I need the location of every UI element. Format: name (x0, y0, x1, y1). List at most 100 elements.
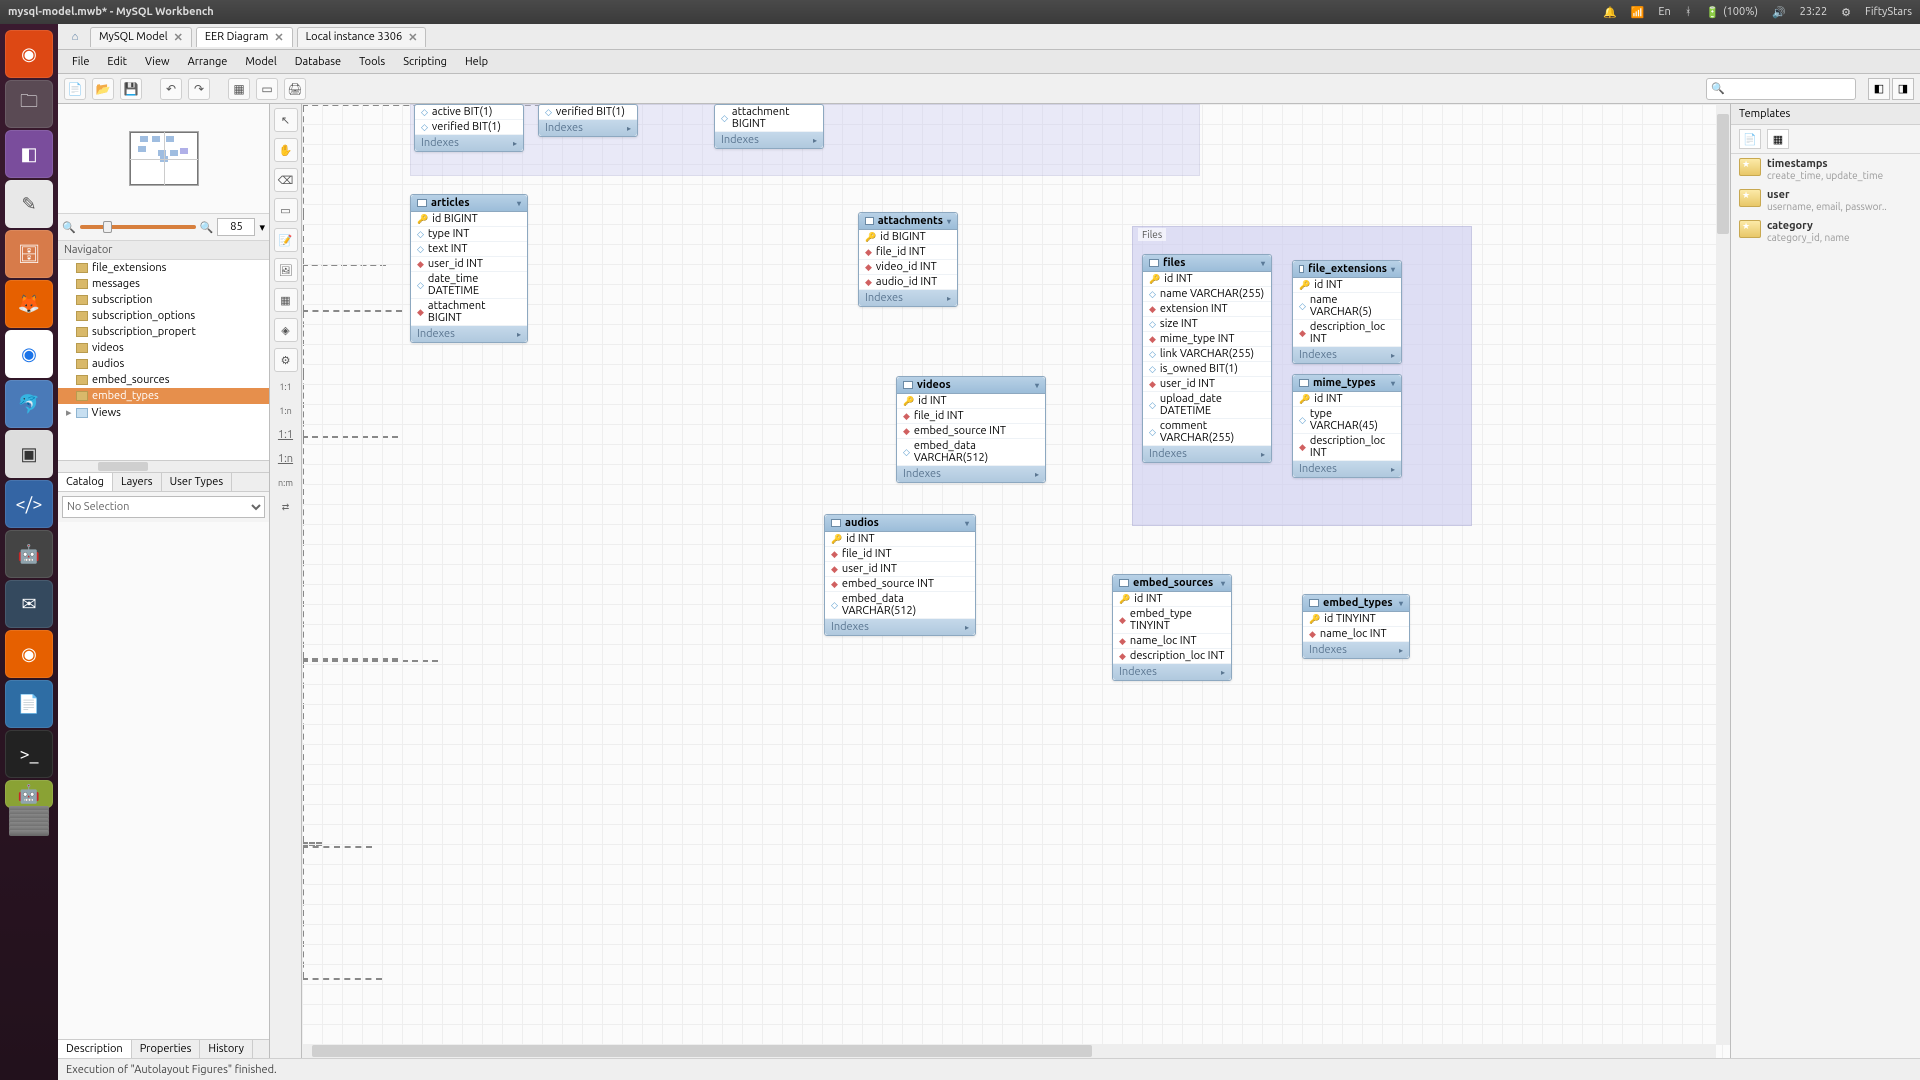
launcher-app-icon[interactable]: ◧ (5, 130, 53, 178)
template-item[interactable]: userusername, email, passwor.. (1731, 185, 1920, 216)
launcher-chrome-icon[interactable]: ◉ (5, 330, 53, 378)
canvas-vscrollbar[interactable] (1716, 104, 1730, 1044)
align-icon[interactable]: ▭ (256, 78, 278, 100)
routine-tool-icon[interactable]: ⚙ (274, 348, 298, 372)
menu-help[interactable]: Help (457, 53, 496, 71)
undo-icon[interactable]: ↶ (160, 78, 182, 100)
tab-user-types[interactable]: User Types (162, 473, 233, 491)
zoom-slider[interactable] (80, 225, 196, 229)
menu-view[interactable]: View (137, 53, 178, 71)
save-icon[interactable]: 💾 (120, 78, 142, 100)
close-icon[interactable]: ✕ (408, 31, 417, 44)
view-tool-icon[interactable]: ◈ (274, 318, 298, 342)
entity-partial[interactable]: ◇verified BIT(1) Indexes▸ (538, 104, 638, 137)
template-edit-icon[interactable]: ▦ (1767, 129, 1789, 149)
tree-scrollbar[interactable] (58, 460, 269, 472)
clock[interactable]: 23:22 (1800, 6, 1828, 18)
entity-embed-types[interactable]: embed_types▾ 🔑id TINYINT ◆name_loc INT I… (1302, 594, 1410, 659)
cursor-tool-icon[interactable]: ↖ (274, 108, 298, 132)
zoom-in-icon[interactable]: 🔍 (200, 221, 214, 234)
tab-eer-diagram[interactable]: EER Diagram✕ (196, 27, 293, 47)
image-tool-icon[interactable]: 🖼 (274, 258, 298, 282)
menu-scripting[interactable]: Scripting (395, 53, 455, 71)
minimap[interactable] (58, 104, 269, 214)
zoom-dropdown-icon[interactable]: ▾ (259, 221, 265, 234)
entity-videos[interactable]: videos▾ 🔑id INT ◆file_id INT ◆embed_sour… (896, 376, 1046, 483)
launcher-writer-icon[interactable]: 📄 (5, 680, 53, 728)
dash-icon[interactable]: ◉ (5, 30, 53, 78)
layer-tool-icon[interactable]: ▭ (274, 198, 298, 222)
language-indicator[interactable]: En (1658, 6, 1670, 18)
launcher-mail-icon[interactable]: ✉ (5, 580, 53, 628)
search-box[interactable]: 🔍 (1706, 78, 1856, 100)
user-menu[interactable]: FiftyStars (1865, 6, 1912, 18)
diagram-canvas[interactable]: ◇active BIT(1) ◇verified BIT(1) Indexes▸… (302, 104, 1730, 1058)
eraser-tool-icon[interactable]: ⌫ (274, 168, 298, 192)
battery-indicator[interactable]: 🔋 (100%) (1705, 6, 1758, 19)
note-tool-icon[interactable]: 📝 (274, 228, 298, 252)
hand-tool-icon[interactable]: ✋ (274, 138, 298, 162)
menu-database[interactable]: Database (287, 53, 349, 71)
print-icon[interactable]: 🖨 (284, 78, 306, 100)
launcher-terminal-icon[interactable]: >_ (5, 730, 53, 778)
tab-mysql-model[interactable]: MySQL Model✕ (90, 27, 192, 47)
new-file-icon[interactable]: 📄 (64, 78, 86, 100)
volume-icon[interactable]: 🔊 (1772, 6, 1786, 19)
entity-embed-sources[interactable]: embed_sources▾ 🔑id INT ◆embed_type TINYI… (1112, 574, 1232, 681)
menu-arrange[interactable]: Arrange (180, 53, 236, 71)
launcher-robot-icon[interactable]: 🤖 (5, 530, 53, 578)
notification-icon[interactable]: 🔔 (1603, 6, 1617, 19)
launcher-workbench-icon[interactable]: 🐬 (5, 380, 53, 428)
entity-audios[interactable]: audios▾ 🔑id INT ◆file_id INT ◆user_id IN… (824, 514, 976, 636)
tab-description[interactable]: Description (58, 1040, 132, 1058)
menu-edit[interactable]: Edit (99, 53, 135, 71)
open-file-icon[interactable]: 📂 (92, 78, 114, 100)
menu-file[interactable]: File (64, 53, 97, 71)
entity-attachments[interactable]: attachments▾ 🔑id BIGINT ◆file_id INT ◆vi… (858, 212, 958, 307)
launcher-firefox-icon[interactable]: 🦊 (5, 280, 53, 328)
redo-icon[interactable]: ↷ (188, 78, 210, 100)
network-icon[interactable]: 📶 (1631, 6, 1645, 19)
close-icon[interactable]: ✕ (274, 31, 283, 44)
bluetooth-icon[interactable]: ᚼ (1685, 6, 1692, 18)
settings-gear-icon[interactable]: ⚙ (1841, 6, 1851, 19)
launcher-chromium-icon[interactable]: ◉ (5, 630, 53, 678)
catalog-tree[interactable]: file_extensions messages subscription su… (58, 260, 269, 460)
canvas-hscrollbar[interactable] (302, 1044, 1716, 1058)
table-tool-icon[interactable]: ▦ (274, 288, 298, 312)
relation-n-m-icon[interactable]: n:m (274, 474, 298, 492)
entity-file-extensions[interactable]: file_extensions▾ 🔑id INT ◇name VARCHAR(5… (1292, 260, 1402, 364)
home-icon[interactable]: ⌂ (64, 27, 86, 47)
tab-catalog[interactable]: Catalog (58, 473, 113, 491)
launcher-gedit-icon[interactable]: ✎ (5, 180, 53, 228)
toggle-left-pane-icon[interactable]: ◧ (1868, 78, 1890, 100)
toggle-right-pane-icon[interactable]: ◨ (1892, 78, 1914, 100)
relation-1-n-icon[interactable]: 1:n (274, 402, 298, 420)
tab-local-instance[interactable]: Local instance 3306✕ (297, 27, 427, 47)
zoom-value[interactable] (217, 218, 255, 236)
launcher-drawer-icon[interactable]: 🗄 (5, 230, 53, 278)
menu-tools[interactable]: Tools (351, 53, 393, 71)
close-icon[interactable]: ✕ (174, 31, 183, 44)
selection-dropdown[interactable]: No Selection (62, 496, 265, 518)
template-new-icon[interactable]: 📄 (1739, 129, 1761, 149)
relation-1-n-id-icon[interactable]: 1:n (274, 450, 298, 468)
relation-existing-icon[interactable]: ⇄ (274, 498, 298, 516)
menu-model[interactable]: Model (237, 53, 284, 71)
entity-mime-types[interactable]: mime_types▾ 🔑id INT ◇type VARCHAR(45) ◆d… (1292, 374, 1402, 478)
template-item[interactable]: categorycategory_id, name (1731, 216, 1920, 247)
launcher-code-icon[interactable]: </> (5, 480, 53, 528)
launcher-android-icon[interactable]: 🤖 (5, 780, 53, 808)
launcher-stack-icon[interactable] (9, 830, 49, 836)
tab-history[interactable]: History (200, 1040, 253, 1058)
zoom-out-icon[interactable]: 🔍 (62, 221, 76, 234)
entity-partial[interactable]: ◇attachment BIGINT Indexes▸ (714, 104, 824, 149)
grid-toggle-icon[interactable]: ▦ (228, 78, 250, 100)
entity-articles[interactable]: articles▾ 🔑id BIGINT ◇type INT ◇text INT… (410, 194, 528, 343)
template-item[interactable]: timestampscreate_time, update_time (1731, 154, 1920, 185)
launcher-files-icon[interactable]: 🗀 (5, 80, 53, 128)
relation-1-1-id-icon[interactable]: 1:1 (274, 426, 298, 444)
tab-properties[interactable]: Properties (132, 1040, 201, 1058)
entity-partial[interactable]: ◇active BIT(1) ◇verified BIT(1) Indexes▸ (414, 104, 524, 152)
search-input[interactable] (1725, 83, 1851, 95)
